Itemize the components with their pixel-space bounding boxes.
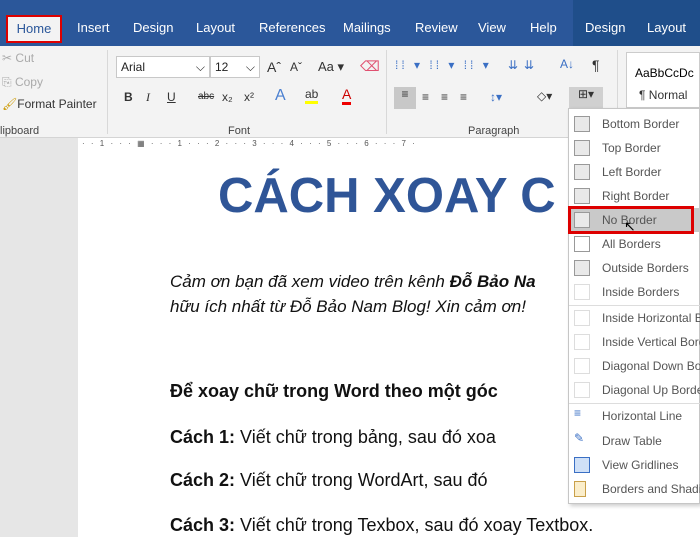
doc-intro-line1: Cảm ơn bạn đã xem video trên kênh Đỗ Bảo… <box>170 272 536 291</box>
doc-heading: Để xoay chữ trong Word theo một góc <box>170 381 498 401</box>
group-label-font: Font <box>228 125 251 137</box>
text-effects-icon[interactable]: A <box>275 87 286 105</box>
font-size-select[interactable]: 12 ⌵ <box>210 56 260 78</box>
copy-icon: ⎘ <box>2 75 12 89</box>
change-case-button[interactable]: Aa ▾ <box>318 59 344 75</box>
menu-item-bottom-border[interactable]: Bottom Border <box>569 112 700 136</box>
format-painter-button[interactable]: 🖌Format Painter <box>2 97 97 111</box>
menu-item-view-gridlines[interactable]: View Gridlines <box>569 453 700 477</box>
doc-method-2: Cách 2: Viết chữ trong WordArt, sau đó <box>170 470 488 490</box>
borders-shading-icon <box>574 481 586 497</box>
all-borders-icon <box>574 236 590 252</box>
shading-icon[interactable]: ◇▾ <box>537 89 552 103</box>
tab-insert[interactable]: Insert <box>77 20 110 35</box>
menu-item-diagonal-down-border[interactable]: Diagonal Down Border <box>569 354 700 378</box>
borders-dropdown-button[interactable]: ⊞▾ <box>569 87 603 109</box>
grow-font-icon[interactable]: Aˆ <box>267 59 281 75</box>
menu-item-draw-table[interactable]: ✎ Draw Table <box>569 429 700 453</box>
doc-intro-line2: hữu ích nhất từ Đỗ Bảo Nam Blog! Xin cảm… <box>170 297 526 316</box>
scissors-icon: ✂ <box>2 51 13 65</box>
font-name-select[interactable]: Arial ⌵ <box>116 56 210 78</box>
paintbrush-icon: 🖌 <box>2 97 18 111</box>
menu-item-diagonal-up-border[interactable]: Diagonal Up Border <box>569 378 700 402</box>
indent-icons[interactable]: ⇊⇊ <box>508 58 540 72</box>
sort-icon[interactable]: A↓ <box>560 57 574 71</box>
shrink-font-icon[interactable]: Aˇ <box>290 60 302 74</box>
borders-menu: Bottom Border Top Border Left Border Rig… <box>568 108 700 504</box>
inside-borders-icon <box>574 284 590 300</box>
diagonal-up-border-icon <box>574 382 590 398</box>
outside-borders-icon <box>574 260 590 276</box>
tab-table-layout[interactable]: Layout <box>647 20 686 35</box>
mouse-cursor-icon: ↖ <box>624 218 636 234</box>
top-border-icon <box>574 140 590 156</box>
bullets-numbering-icons[interactable]: ⁞⁞ ▾ ⁞⁞ ▾ ⁞⁞ ▾ <box>395 58 492 72</box>
subscript-button[interactable]: x₂ <box>222 90 233 104</box>
tab-mailings[interactable]: Mailings <box>343 20 391 35</box>
highlight-icon[interactable]: ab <box>305 87 319 104</box>
tab-help[interactable]: Help <box>530 20 557 35</box>
menu-item-top-border[interactable]: Top Border <box>569 136 700 160</box>
line-spacing-icon[interactable]: ↕▾ <box>490 90 502 104</box>
menu-item-horizontal-line[interactable]: ≡ Horizontal Line <box>569 404 700 428</box>
group-label-paragraph: Paragraph <box>468 125 520 137</box>
menu-item-inside-borders[interactable]: Inside Borders <box>569 280 700 304</box>
align-icons[interactable]: ≡≡≡ <box>422 90 479 104</box>
chevron-down-icon: ⌵ <box>245 60 255 74</box>
italic-button[interactable]: I <box>146 90 150 105</box>
copy-button[interactable]: ⎘ Copy <box>2 75 43 90</box>
divider <box>107 50 108 134</box>
menu-item-all-borders[interactable]: All Borders <box>569 232 700 256</box>
align-left-icon[interactable]: ≡ <box>394 87 416 109</box>
tab-view[interactable]: View <box>478 20 506 35</box>
menu-item-borders-and-shading[interactable]: Borders and Shading... <box>569 477 700 501</box>
font-color-icon[interactable]: A <box>342 86 352 105</box>
tab-layout[interactable]: Layout <box>196 20 235 35</box>
horizontal-line-icon: ≡ <box>574 406 582 420</box>
menu-item-outside-borders[interactable]: Outside Borders <box>569 256 700 280</box>
diagonal-down-border-icon <box>574 358 590 374</box>
tab-home[interactable]: Home <box>6 15 62 43</box>
chevron-down-icon: ⌵ <box>195 60 205 74</box>
menu-item-right-border[interactable]: Right Border <box>569 184 700 208</box>
inside-vertical-border-icon <box>574 334 590 350</box>
show-marks-button[interactable]: ¶ <box>592 57 600 73</box>
underline-button[interactable]: U <box>167 90 176 104</box>
bold-button[interactable]: B <box>124 90 133 104</box>
menu-item-inside-vertical-border[interactable]: Inside Vertical Border <box>569 330 700 354</box>
doc-title: CÁCH XOAY C <box>218 169 556 223</box>
doc-method-1: Cách 1: Viết chữ trong bảng, sau đó xoa <box>170 427 496 447</box>
right-border-icon <box>574 188 590 204</box>
tab-references[interactable]: References <box>259 20 325 35</box>
bottom-border-icon <box>574 116 590 132</box>
gridlines-icon <box>574 457 590 473</box>
divider <box>386 50 387 134</box>
strikethrough-button[interactable]: abc <box>198 91 214 102</box>
group-label-clipboard: lipboard <box>0 125 40 137</box>
tab-design[interactable]: Design <box>133 20 173 35</box>
ruler[interactable]: · · 1 · · · ▦ · · · 1 · · · 2 · · · 3 · … <box>78 138 568 150</box>
tab-table-design[interactable]: Design <box>585 20 625 35</box>
left-border-icon <box>574 164 590 180</box>
clear-formatting-icon[interactable]: ⌫ <box>360 58 380 75</box>
inside-horizontal-border-icon <box>574 310 590 326</box>
style-normal[interactable]: AaBbCcDc ¶ Normal <box>626 52 700 108</box>
menu-item-left-border[interactable]: Left Border <box>569 160 700 184</box>
draw-table-icon: ✎ <box>574 431 585 445</box>
tab-review[interactable]: Review <box>415 20 458 35</box>
doc-method-3: Cách 3: Viết chữ trong Texbox, sau đó xo… <box>170 515 594 535</box>
cut-button[interactable]: ✂ Cut <box>2 51 34 65</box>
menu-item-inside-horizontal-border[interactable]: Inside Horizontal Border <box>569 306 700 330</box>
superscript-button[interactable]: x² <box>244 90 254 104</box>
